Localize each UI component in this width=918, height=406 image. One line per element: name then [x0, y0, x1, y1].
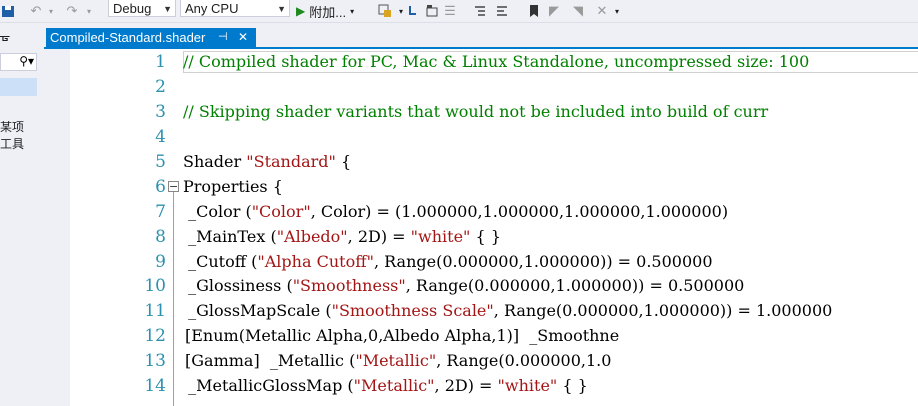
code-line-5: Shader "Standard" { [183, 152, 351, 171]
code-line-7: _Color ("Color", Color) = (1.000000,1.00… [183, 202, 728, 221]
line-number: 6 [155, 177, 166, 197]
line-number: 13 [144, 351, 166, 371]
search-icon[interactable]: ⚲▾ [0, 53, 37, 71]
code-token: { } [470, 227, 501, 246]
code-line-3: // Skipping shader variants that would n… [183, 102, 769, 121]
string-token: "Metallic" [355, 351, 437, 370]
toolbar-overflow-icon[interactable]: ▾ [612, 0, 622, 22]
code-line-14: _MetallicGlossMap ("Metallic", 2D) = "wh… [183, 376, 588, 395]
tab-title: Compiled-Standard.shader [50, 30, 206, 45]
side-panel-text-1: 某项 [0, 120, 25, 134]
side-panel-text-2: 工具 [0, 137, 25, 151]
undo-dropdown-icon[interactable]: ▾ [46, 0, 56, 22]
line-number: 1 [155, 52, 166, 72]
line-number: 5 [155, 152, 166, 172]
selected-item[interactable] [0, 78, 37, 96]
configuration-select[interactable]: Debug ▼ [108, 0, 176, 17]
code-token: , Color) = (1.000000,1.000000,1.000000,1… [310, 202, 729, 221]
code-token: , 2D) = [434, 376, 498, 395]
code-line-11: _GlossMapScale ("Smoothness Scale", Rang… [183, 301, 832, 320]
attach-button[interactable]: ▶ 附加... ▾ [296, 0, 368, 22]
clear-bookmarks-icon[interactable]: ✕ [594, 0, 610, 22]
code-token: , Range(0.000000,1.0 [436, 351, 612, 370]
play-icon: ▶ [296, 4, 306, 18]
code-token: _Cutoff ( [183, 252, 258, 271]
code-token: , Range(0.000000,1.000000)) = 0.500000 [405, 276, 745, 295]
code-token: , Range(0.000000,1.000000)) = 0.500000 [373, 252, 713, 271]
code-token: _MainTex ( [183, 227, 277, 246]
code-line-12: [Enum(Metallic Alpha,0,Albedo Alpha,1)] … [185, 326, 620, 345]
string-token: "Albedo" [276, 227, 348, 246]
redo-dropdown-icon[interactable]: ▾ [84, 0, 94, 22]
string-token: "white" [410, 227, 471, 246]
collapse-icon[interactable]: − [168, 181, 179, 192]
line-number: 9 [155, 252, 166, 272]
tab-compiled-standard-shader[interactable]: Compiled-Standard.shader ⊣ ✕ [46, 28, 256, 47]
code-token: { } [557, 376, 588, 395]
line-number: 11 [144, 301, 166, 321]
indent-icon[interactable] [472, 0, 488, 22]
outdent-icon[interactable] [494, 0, 510, 22]
save-icon[interactable] [0, 0, 16, 22]
side-panel: ᚗ ⚲▾ 某项 工具 [0, 23, 44, 406]
close-icon[interactable]: ✕ [238, 28, 248, 47]
string-token: "Standard" [246, 152, 336, 171]
attach-label: 附加... [309, 4, 347, 20]
line-number: 4 [155, 127, 166, 147]
step-icon[interactable] [406, 0, 422, 22]
code-line-6: Properties { [183, 177, 283, 196]
line-number: 2 [155, 77, 166, 97]
string-token: "Smoothness Scale" [331, 301, 494, 320]
platform-select[interactable]: Any CPU ▼ [180, 0, 290, 17]
code-line-10: _Glossiness ("Smoothness", Range(0.00000… [183, 276, 744, 295]
string-token: "Metallic" [353, 376, 435, 395]
layout-icon[interactable] [424, 0, 440, 22]
string-token: "Alpha Cutoff" [257, 252, 374, 271]
undo-icon[interactable]: ↶ [28, 0, 44, 22]
line-number: 10 [144, 276, 166, 296]
code-token: { [335, 152, 352, 171]
code-line-8: _MainTex ("Albedo", 2D) = "white" { } [183, 227, 501, 246]
line-number: 7 [155, 202, 166, 222]
code-token: _GlossMapScale ( [183, 301, 332, 320]
code-editor[interactable]: 1 2 3 4 5 6 7 8 9 10 11 12 13 14 − // Co… [44, 49, 918, 406]
prev-bookmark-icon[interactable]: ◤ [546, 0, 562, 22]
chevron-down-icon[interactable]: ▾ [396, 0, 406, 22]
pin-icon[interactable]: ⊣ [218, 28, 228, 47]
chevron-down-icon: ▼ [163, 4, 172, 14]
redo-icon[interactable]: ↷ [64, 0, 80, 22]
configuration-value: Debug [113, 1, 152, 16]
code-token: Shader [183, 152, 247, 171]
line-number: 14 [144, 376, 166, 396]
line-number: 3 [155, 102, 166, 122]
code-token: _MetallicGlossMap ( [183, 376, 354, 395]
code-token: , 2D) = [347, 227, 411, 246]
string-token: "white" [497, 376, 558, 395]
list-icon[interactable]: ☰ [442, 0, 458, 22]
platform-value: Any CPU [185, 1, 239, 16]
chevron-down-icon: ▼ [277, 4, 286, 14]
code-token: _Color ( [183, 202, 252, 221]
code-token: , Range(0.000000,1.000000)) = 1.000000 [493, 301, 833, 320]
line-number: 12 [144, 326, 166, 346]
code-token: [Gamma] _Metallic ( [185, 351, 356, 370]
fold-guide [173, 192, 174, 406]
string-token: "Color" [251, 202, 311, 221]
find-icon[interactable] [376, 0, 394, 22]
toolbar: ↶ ▾ ↷ ▾ Debug ▼ Any CPU ▼ ▶ 附加... ▾ ▾ ☰ … [0, 0, 918, 23]
code-line-1: // Compiled shader for PC, Mac & Linux S… [183, 52, 810, 71]
string-token: "Smoothness" [292, 276, 406, 295]
code-token: _Glossiness ( [183, 276, 293, 295]
code-line-9: _Cutoff ("Alpha Cutoff", Range(0.000000,… [183, 252, 713, 271]
code-line-13: [Gamma] _Metallic ("Metallic", Range(0.0… [185, 351, 611, 370]
chevron-down-icon: ▾ [350, 6, 355, 16]
tab-bar: Compiled-Standard.shader ⊣ ✕ [44, 23, 918, 48]
line-number: 8 [155, 227, 166, 247]
pin-icon[interactable]: ᚗ [0, 29, 9, 43]
next-bookmark-icon[interactable]: ◥ [570, 0, 586, 22]
bookmark-icon[interactable] [526, 0, 542, 22]
